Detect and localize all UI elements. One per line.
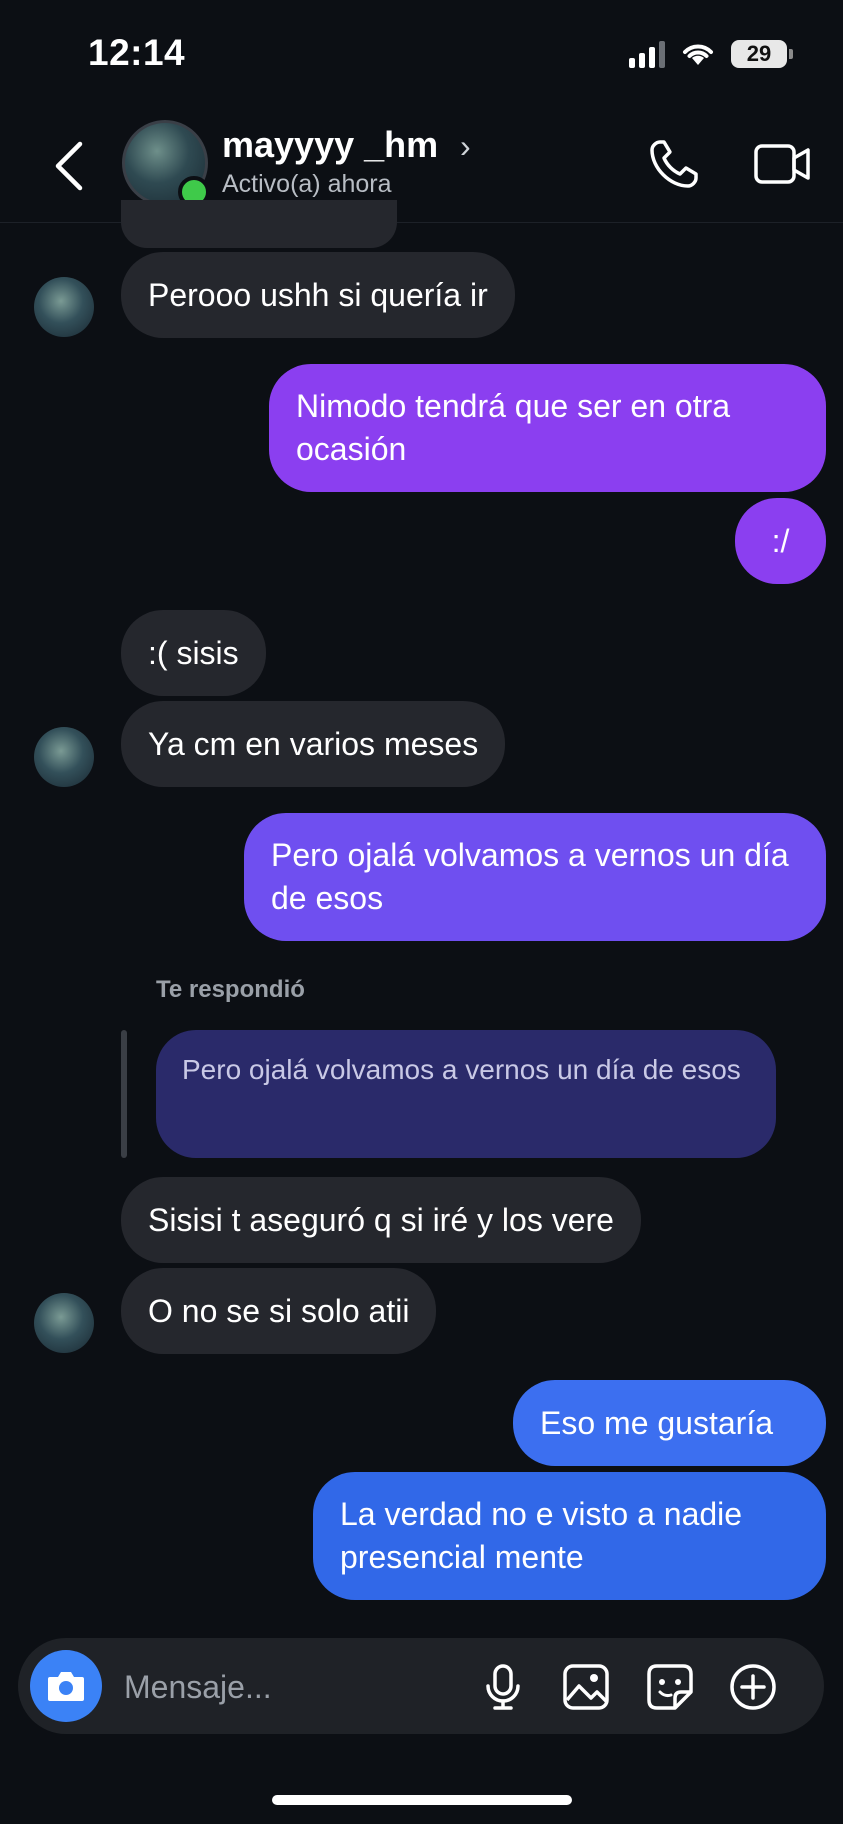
more-options-button[interactable] <box>728 1662 778 1712</box>
chevron-right-icon[interactable]: › <box>460 128 471 165</box>
cellular-signal-icon <box>629 40 665 68</box>
message-bubble-outgoing[interactable]: Nimodo tendrá que ser en otra ocasión <box>269 364 826 492</box>
video-call-button[interactable] <box>752 136 812 192</box>
message-input[interactable] <box>122 1658 466 1716</box>
sender-avatar[interactable] <box>34 277 94 337</box>
sender-avatar[interactable] <box>34 727 94 787</box>
message-bubble-incoming[interactable] <box>121 200 397 248</box>
chat-screen: 12:14 29 mayyyy _hm › Activo(a) ahora Pe… <box>0 0 843 1824</box>
contact-activity-status: Activo(a) ahora <box>222 170 392 198</box>
phone-icon <box>650 140 698 188</box>
voice-call-button[interactable] <box>646 136 702 192</box>
status-icons: 29 <box>629 40 793 68</box>
contact-name[interactable]: mayyyy _hm <box>222 124 438 166</box>
camera-icon <box>48 1672 84 1701</box>
video-camera-icon <box>754 144 810 184</box>
battery-indicator: 29 <box>731 40 793 68</box>
message-bubble-incoming[interactable]: Sisisi t aseguró q si iré y los vere <box>121 1177 641 1263</box>
message-bubble-incoming[interactable]: Ya cm en varios meses <box>121 701 506 787</box>
reply-context-label: Te respondió <box>156 976 305 1003</box>
message-bubble-incoming[interactable]: Perooo ushh si quería ir <box>121 252 515 338</box>
microphone-icon <box>486 1664 520 1710</box>
sticker-icon <box>647 1664 693 1710</box>
message-bubble-outgoing[interactable]: La verdad no e visto a nadie presencial … <box>313 1472 826 1600</box>
status-bar: 12:14 29 <box>0 0 843 110</box>
message-bubble-outgoing[interactable]: :/ <box>735 498 826 584</box>
plus-icon <box>730 1664 776 1710</box>
back-arrow-icon <box>55 141 83 191</box>
home-indicator[interactable] <box>272 1795 572 1805</box>
reply-quote-bar <box>121 1030 127 1158</box>
back-button[interactable] <box>50 138 90 194</box>
gallery-button[interactable] <box>561 1662 611 1712</box>
sticker-button[interactable] <box>645 1662 695 1712</box>
microphone-button[interactable] <box>478 1662 528 1712</box>
camera-button[interactable] <box>30 1650 102 1722</box>
quoted-message[interactable]: Pero ojalá volvamos a vernos un día de e… <box>156 1030 776 1158</box>
gallery-icon <box>563 1664 609 1710</box>
message-composer <box>18 1638 824 1734</box>
message-bubble-incoming[interactable]: O no se si solo atii <box>121 1268 437 1354</box>
status-time: 12:14 <box>88 32 186 73</box>
message-bubble-incoming[interactable]: :( sisis <box>121 610 266 696</box>
message-bubble-outgoing[interactable]: Pero ojalá volvamos a vernos un día de e… <box>244 813 826 941</box>
wifi-icon <box>683 44 713 65</box>
message-bubble-outgoing[interactable]: Eso me gustaría <box>513 1380 826 1466</box>
sender-avatar[interactable] <box>34 1293 94 1353</box>
